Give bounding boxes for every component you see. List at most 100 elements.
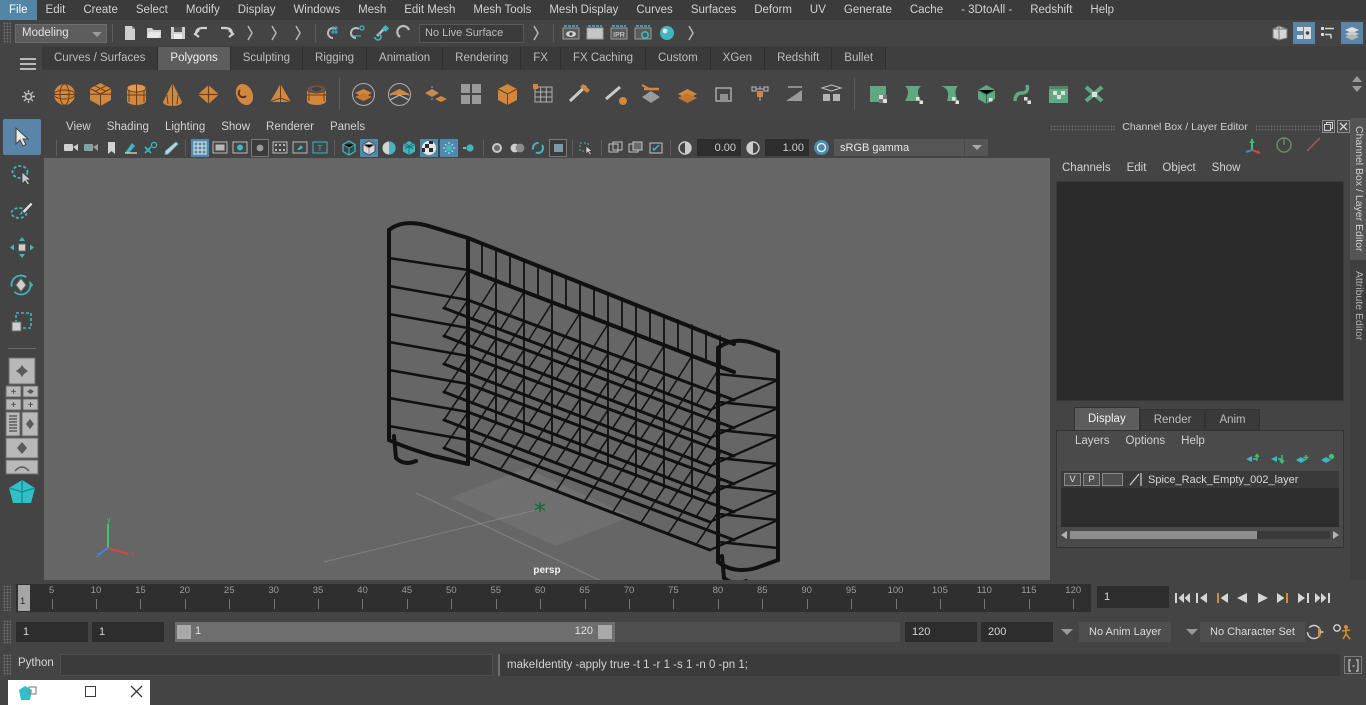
poly-cylinder-icon[interactable] <box>118 72 154 116</box>
menu-item-file[interactable]: File <box>0 0 37 20</box>
channel-box-menu-edit[interactable]: Edit <box>1119 157 1155 179</box>
play-backwards-icon[interactable] <box>1232 586 1252 610</box>
go-to-start-icon[interactable] <box>1172 586 1192 610</box>
range-slider-track[interactable] <box>615 622 900 642</box>
render-current-frame-icon[interactable] <box>583 22 607 44</box>
menu-item-mesh[interactable]: Mesh <box>349 0 395 20</box>
menu-item-3dtoall[interactable]: - 3DtoAll - <box>952 0 1021 20</box>
range-right-handle[interactable] <box>598 625 612 639</box>
camera-attributes-icon[interactable] <box>82 139 100 157</box>
tab-attribute-editor[interactable]: Attribute Editor <box>1350 262 1366 348</box>
grease-pencil-icon[interactable] <box>162 139 180 157</box>
wedge-icon[interactable] <box>777 72 813 116</box>
live-surface-field[interactable]: No Live Surface <box>419 23 524 43</box>
bridge-icon[interactable] <box>705 72 741 116</box>
shelf-tab-bullet[interactable]: Bullet <box>832 47 887 70</box>
select-tool[interactable] <box>3 119 41 155</box>
scroll-right-icon[interactable] <box>1333 530 1339 539</box>
menu-item-deform[interactable]: Deform <box>745 0 801 20</box>
toggle-model-panel-icon[interactable] <box>1269 22 1291 44</box>
step-forward-frame-icon[interactable] <box>1292 586 1312 610</box>
scroll-down-icon[interactable] <box>1352 86 1362 92</box>
anim-end-time-field[interactable]: 200 <box>981 622 1053 642</box>
menu-item-select[interactable]: Select <box>127 0 177 20</box>
channel-box-content[interactable] <box>1056 181 1344 401</box>
wireframe-on-shaded-icon[interactable] <box>400 139 418 157</box>
scrollbar-track[interactable] <box>1070 530 1330 539</box>
current-time-indicator[interactable]: 1 <box>18 585 30 611</box>
persp-graph-editor-layout[interactable] <box>2 437 42 459</box>
play-forwards-icon[interactable] <box>1252 586 1272 610</box>
poly-sphere-icon[interactable] <box>46 72 82 116</box>
redo-icon[interactable] <box>214 22 238 44</box>
playback-options-chevron-down-icon[interactable] <box>1055 622 1079 642</box>
layer-list-scrollbar[interactable] <box>1061 529 1339 540</box>
step-back-frame-icon[interactable] <box>1192 586 1212 610</box>
append-polygon-icon[interactable] <box>741 72 777 116</box>
xray-joints-icon[interactable]: T <box>311 139 329 157</box>
booleans-icon[interactable] <box>453 72 489 116</box>
channel-box-menu-show[interactable]: Show <box>1204 157 1249 179</box>
shadows-icon[interactable] <box>489 139 507 157</box>
layer-tab-anim[interactable]: Anim <box>1205 409 1260 430</box>
menu-item-mesh-display[interactable]: Mesh Display <box>540 0 627 20</box>
select-camera-icon[interactable] <box>62 139 80 157</box>
flat-shade-icon[interactable] <box>380 139 398 157</box>
render-view-icon[interactable] <box>559 22 583 44</box>
taskbar-window-button[interactable] <box>8 680 150 705</box>
rotate-manip-icon[interactable] <box>1274 136 1294 157</box>
ipr-render-icon[interactable]: IPR <box>607 22 631 44</box>
color-management-toggle-icon[interactable] <box>812 139 830 157</box>
channel-box-menu-object[interactable]: Object <box>1154 157 1203 179</box>
menu-item-curves[interactable]: Curves <box>627 0 681 20</box>
menu-item-display[interactable]: Display <box>229 0 285 20</box>
add-divisions-icon[interactable] <box>525 72 561 116</box>
shelf-tab-sculpting[interactable]: Sculpting <box>230 47 304 70</box>
bevel-icon[interactable] <box>669 72 705 116</box>
shaded-icon[interactable] <box>340 139 358 157</box>
screen-space-ao-icon[interactable] <box>509 139 527 157</box>
poly-plane-icon[interactable] <box>190 72 226 116</box>
select-by-hierarchy-icon-2[interactable] <box>524 22 548 44</box>
layer-shading-toggle[interactable] <box>1102 473 1123 486</box>
single-perspective-view-layout[interactable] <box>2 357 42 385</box>
render-layer-icon[interactable] <box>627 139 645 157</box>
resolution-gate-icon[interactable] <box>231 139 249 157</box>
hypershade-icon[interactable] <box>655 22 679 44</box>
auto-key-icon[interactable] <box>1305 622 1325 642</box>
shelf-tab-animation[interactable]: Animation <box>367 47 444 70</box>
time-slider[interactable]: 1 5 10 15 20 25 30 35 40 45 50 55 60 65 70 75 80 85 90 95 1… <box>16 584 1091 612</box>
viewport-menu-show[interactable]: Show <box>213 118 258 137</box>
shelf-tab-fx[interactable]: FX <box>521 47 561 70</box>
target-weld-icon[interactable] <box>597 72 633 116</box>
viewport-menu-shading[interactable]: Shading <box>99 118 157 137</box>
close-icon[interactable] <box>130 685 143 698</box>
layer-visibility-toggle[interactable]: V <box>1064 473 1081 486</box>
command-line-gripper[interactable] <box>3 654 11 676</box>
layer-tab-display[interactable]: Display <box>1074 407 1140 430</box>
new-scene-icon[interactable] <box>118 22 142 44</box>
smooth-icon[interactable] <box>489 72 525 116</box>
shelf-tab-curves-surfaces[interactable]: Curves / Surfaces <box>42 47 159 70</box>
texture-icon[interactable] <box>420 138 438 157</box>
extract-icon[interactable] <box>417 72 453 116</box>
close-icon[interactable] <box>1337 120 1350 133</box>
layer-menu-help[interactable]: Help <box>1173 431 1213 451</box>
paint-select-tool[interactable] <box>3 193 41 229</box>
sculpt-tool-icon[interactable] <box>896 72 932 116</box>
shelf-menu-icon[interactable] <box>20 58 36 70</box>
command-input[interactable] <box>60 654 493 676</box>
open-scene-icon[interactable] <box>142 22 166 44</box>
multi-cut-icon[interactable] <box>561 72 597 116</box>
playback-start-time-field[interactable]: 1 <box>92 622 164 642</box>
step-back-key-icon[interactable] <box>1212 586 1232 610</box>
layer-playback-toggle[interactable]: P <box>1083 473 1100 486</box>
render-settings-icon[interactable] <box>631 22 655 44</box>
gamma-value[interactable]: 1.00 <box>765 139 809 156</box>
snap-to-projected-center-icon[interactable] <box>393 22 417 44</box>
snap-to-point-icon[interactable] <box>369 22 393 44</box>
menu-item-generate[interactable]: Generate <box>835 0 901 20</box>
undock-icon[interactable] <box>1322 120 1335 133</box>
isolate-select-icon[interactable] <box>578 139 596 157</box>
multisample-aa-icon[interactable] <box>549 138 567 157</box>
